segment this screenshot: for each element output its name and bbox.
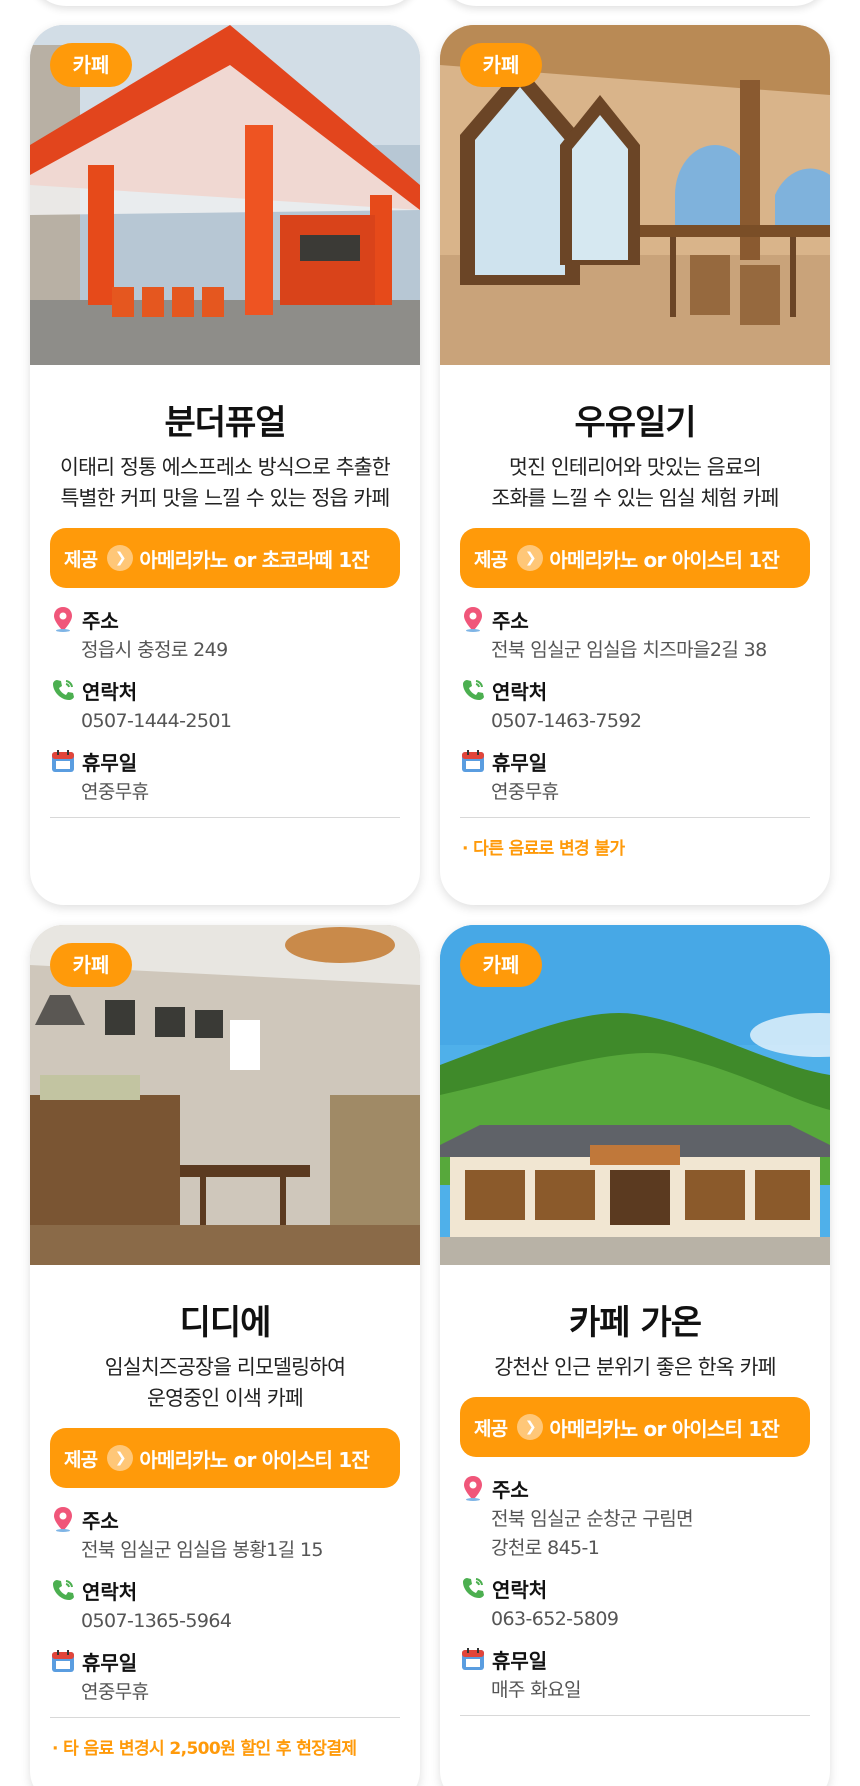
closed-label: 휴무일: [82, 1650, 138, 1675]
category-badge: 카페: [50, 943, 132, 987]
category-badge: 카페: [460, 43, 542, 87]
closed-row: 휴무일 연중무휴: [460, 744, 810, 807]
offer-banner: 제공 ❯ 아메리카노 or 아이스티 1잔: [460, 528, 810, 588]
address-row: 주소 전북 임실군 임실읍 봉황1길 15: [50, 1502, 400, 1565]
offer-label: 제공: [64, 548, 98, 571]
address-row: 주소 전북 임실군 임실읍 치즈마을2길 38: [460, 602, 810, 665]
closed-value: 연중무휴: [81, 781, 149, 803]
location-pin-icon: [460, 606, 486, 632]
cafe-photo: 카페: [30, 25, 420, 365]
cafe-name: 카페 가온: [569, 1303, 702, 1343]
cafe-name: 디디에: [179, 1303, 272, 1343]
chevron-right-icon: ❯: [517, 1414, 544, 1440]
closed-row: 휴무일 연중무휴: [50, 1644, 400, 1707]
cafe-name: 분더퓨얼: [164, 403, 286, 443]
previous-card-bottom: [440, 0, 830, 6]
notice-text: · 다른 음료로 변경 불가: [462, 839, 625, 859]
contact-label: 연락처: [492, 1577, 548, 1602]
contact-label: 연락처: [492, 679, 548, 704]
offer-text: 아메리카노 or 초코라떼 1잔: [139, 547, 369, 572]
contact-row: 연락처 063-652-5809: [460, 1571, 810, 1634]
cafe-card[interactable]: 카페 카페 가온 강천산 인근 분위기 좋은 한옥 카페 제공 ❯ 아메리카노 …: [440, 925, 830, 1786]
cafe-description: 임실치즈공장을 리모델링하여 운영중인 이색 카페: [104, 1355, 346, 1410]
phone-icon: [460, 1575, 486, 1601]
divider: [460, 1715, 810, 1716]
cafe-card[interactable]: 카페 디디에 임실치즈공장을 리모델링하여 운영중인 이색 카페 제공 ❯ 아메…: [30, 925, 420, 1786]
divider: [50, 1717, 400, 1718]
calendar-icon: [460, 748, 486, 774]
address-row: 주소 정읍시 충정로 249: [50, 602, 400, 665]
closed-row: 휴무일 연중무휴: [50, 744, 400, 807]
address-label: 주소: [492, 1477, 529, 1502]
phone-icon: [50, 677, 76, 703]
contact-value[interactable]: 0507-1365-5964: [50, 1607, 400, 1636]
contact-row: 연락처 0507-1444-2501: [50, 673, 400, 736]
address-value: 정읍시 충정로 249: [81, 639, 228, 661]
address-label: 주소: [82, 1508, 119, 1533]
closed-label: 휴무일: [492, 750, 548, 775]
divider: [50, 817, 400, 818]
closed-label: 휴무일: [492, 1648, 548, 1673]
location-pin-icon: [50, 1506, 76, 1532]
chevron-right-icon: ❯: [107, 545, 134, 571]
previous-card-bottom: [30, 0, 420, 6]
cafe-photo: 카페: [440, 25, 830, 365]
offer-banner: 제공 ❯ 아메리카노 or 초코라떼 1잔: [50, 528, 400, 588]
calendar-icon: [50, 748, 76, 774]
phone-icon: [50, 1577, 76, 1603]
offer-label: 제공: [64, 1448, 98, 1471]
location-pin-icon: [50, 606, 76, 632]
address-value: 전북 임실군 순창군 구림면 강천로 845-1: [491, 1508, 694, 1559]
contact-row: 연락처 0507-1463-7592: [460, 673, 810, 736]
cafe-description: 멋진 인테리어와 맛있는 음료의 조화를 느낄 수 있는 임실 체험 카페: [491, 455, 779, 510]
offer-banner: 제공 ❯ 아메리카노 or 아이스티 1잔: [50, 1428, 400, 1488]
closed-value: 매주 화요일: [491, 1679, 581, 1701]
closed-row: 휴무일 매주 화요일: [460, 1642, 810, 1705]
cafe-description: 이태리 정통 에스프레소 방식으로 추출한 특별한 커피 맛을 느낄 수 있는 …: [60, 455, 391, 510]
contact-value[interactable]: 0507-1463-7592: [460, 707, 810, 736]
contact-label: 연락처: [82, 1579, 138, 1604]
calendar-icon: [50, 1648, 76, 1674]
closed-label: 휴무일: [82, 750, 138, 775]
cafe-name: 우유일기: [574, 403, 696, 443]
category-badge: 카페: [460, 943, 542, 987]
cafe-description: 강천산 인근 분위기 좋은 한옥 카페: [494, 1355, 776, 1379]
offer-text: 아메리카노 or 아이스티 1잔: [549, 1416, 779, 1441]
address-label: 주소: [82, 608, 119, 633]
chevron-right-icon: ❯: [517, 545, 544, 571]
offer-text: 아메리카노 or 아이스티 1잔: [139, 1447, 369, 1472]
phone-icon: [460, 677, 486, 703]
contact-row: 연락처 0507-1365-5964: [50, 1573, 400, 1636]
address-label: 주소: [492, 608, 529, 633]
calendar-icon: [460, 1646, 486, 1672]
category-badge: 카페: [50, 43, 132, 87]
address-value: 전북 임실군 임실읍 봉황1길 15: [81, 1539, 324, 1561]
contact-label: 연락처: [82, 679, 138, 704]
notice-text: · 타 음료 변경시 2,500원 할인 후 현장결제: [52, 1739, 357, 1759]
location-pin-icon: [460, 1475, 486, 1501]
divider: [460, 817, 810, 818]
offer-label: 제공: [474, 548, 508, 571]
contact-value[interactable]: 0507-1444-2501: [50, 707, 400, 736]
closed-value: 연중무휴: [491, 781, 559, 803]
offer-text: 아메리카노 or 아이스티 1잔: [549, 547, 779, 572]
cafe-photo: 카페: [30, 925, 420, 1265]
address-row: 주소 전북 임실군 순창군 구림면 강천로 845-1: [460, 1471, 810, 1563]
cafe-card[interactable]: 카페 우유일기 멋진 인테리어와 맛있는 음료의 조화를 느낄 수 있는 임실 …: [440, 25, 830, 905]
closed-value: 연중무휴: [81, 1681, 149, 1703]
contact-value[interactable]: 063-652-5809: [460, 1605, 810, 1634]
offer-label: 제공: [474, 1417, 508, 1440]
cafe-photo: 카페: [440, 925, 830, 1265]
offer-banner: 제공 ❯ 아메리카노 or 아이스티 1잔: [460, 1397, 810, 1457]
cafe-card[interactable]: 카페 분더퓨얼 이태리 정통 에스프레소 방식으로 추출한 특별한 커피 맛을 …: [30, 25, 420, 905]
chevron-right-icon: ❯: [107, 1445, 134, 1471]
address-value: 전북 임실군 임실읍 치즈마을2길 38: [491, 639, 767, 661]
